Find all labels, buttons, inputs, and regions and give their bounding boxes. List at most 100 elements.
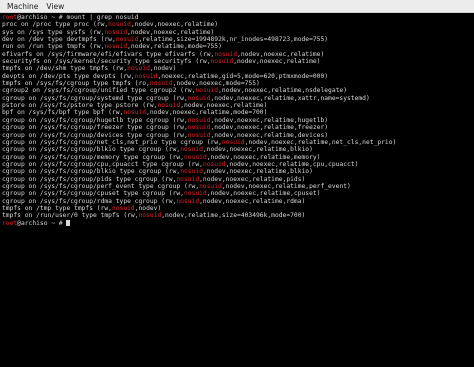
highlighted-text: nosuid — [180, 168, 203, 176]
vm-window: Machine View root@archiso ~ # mount | gr… — [0, 0, 474, 367]
terminal-text: cgroup on /sys/fs/cgroup/rdma type cgrou… — [2, 197, 177, 205]
terminal-output-line: bpf on /sys/fs/bpf type bpf (rw,nosuid,n… — [2, 109, 472, 116]
terminal-text: proc on /proc type proc (rw, — [2, 21, 109, 29]
terminal-text: cgroup on /sys/fs/cgroup/hugetlb type cg… — [2, 116, 188, 124]
terminal-text: cgroup on /sys/fs/cgroup/memory type cgr… — [2, 153, 184, 161]
terminal-text: ,noexec,relatime,gid=5,mode=620,ptmxmode… — [157, 72, 329, 80]
terminal-output-line: pstore on /sys/fs/pstore type pstore (rw… — [2, 102, 472, 109]
terminal-text: cgroup on /sys/fs/cgroup/cpuset type cgr… — [2, 190, 184, 198]
highlighted-text: nosuid — [104, 43, 128, 51]
terminal-output-line: cgroup on /sys/fs/cgroup/rdma type cgrou… — [2, 198, 472, 205]
terminal-text: run on /run type tmpfs (rw, — [2, 43, 105, 51]
terminal-text: cgroup on /sys/fs/cgroup/cpu,cpuacct typ… — [2, 160, 203, 168]
terminal-output-line: efivarfs on /sys/firmware/efi/efivars ty… — [2, 51, 472, 58]
terminal-text: ,nodev,noexec,relatime,cpu,cpuacct) — [225, 160, 359, 168]
terminal-output-line: cgroup on /sys/fs/cgroup/blkio type cgro… — [2, 146, 472, 153]
highlighted-text: nosuid — [138, 212, 162, 220]
menu-view[interactable]: View — [42, 2, 68, 11]
terminal-text: @archiso ~ # — [17, 219, 67, 227]
terminal-text: ,nodev,noexec,relatime) — [180, 102, 268, 110]
menu-machine[interactable]: Machine — [3, 2, 42, 11]
terminal-text: cgroup on /sys/fs/cgroup/systemd type cg… — [2, 94, 188, 102]
highlighted-text: nosuid — [176, 175, 200, 183]
highlighted-text: nosuid — [183, 153, 207, 161]
terminal-text: ,nodev,relatime,size=403496k,mode=700) — [161, 212, 306, 220]
terminal-output-line: tmpfs on /run/user/0 type tmpfs (rw,nosu… — [2, 212, 472, 219]
highlighted-text: nosuid — [127, 65, 150, 73]
terminal-text: ,nodev,noexec,relatime,memory) — [206, 153, 321, 161]
terminal-text: ,nodev,noexec,relatime,pids) — [199, 175, 306, 183]
terminal-console[interactable]: root@archiso ~ # mount | grep nosuid proc… — [0, 13, 474, 367]
terminal-text: ,nodev) — [149, 65, 177, 73]
shell-prompt-line: root@archiso ~ # — [2, 219, 472, 227]
terminal-output-line: cgroup on /sys/fs/cgroup/cpuset type cgr… — [2, 190, 472, 197]
highlighted-text: nosuid — [149, 80, 173, 88]
highlighted-text: nosuid — [176, 197, 200, 205]
terminal-output-line: cgroup on /sys/fs/cgroup/pids type cgrou… — [2, 176, 472, 183]
highlighted-text: nosuid — [187, 124, 211, 132]
terminal-text: ,nodev,noexec,relatime,cpuset) — [206, 190, 321, 198]
highlighted-text: nosuid — [199, 182, 222, 190]
terminal-text: cgroup on /sys/fs/cgroup/perf_event type… — [2, 182, 200, 190]
terminal-text: ,nodev,noexec,relatime,devices) — [210, 131, 329, 139]
terminal-output-line: devpts on /dev/pts type devpts (rw,nosui… — [2, 73, 472, 80]
terminal-text: ,nodev,noexec,relatime) — [233, 58, 321, 66]
terminal-text: devpts on /dev/pts type devpts (rw, — [2, 72, 135, 80]
terminal-output-line: tmpfs on /dev/shm type tmpfs (rw,nosuid,… — [2, 65, 472, 72]
terminal-text: pstore on /sys/fs/pstore type pstore (rw… — [2, 102, 158, 110]
terminal-text: ,nodev,noexec,mode=755) — [172, 80, 260, 88]
highlighted-text: nosuid — [115, 36, 139, 44]
menu-bar: Machine View — [0, 0, 474, 13]
highlighted-text: nosuid — [104, 28, 128, 36]
terminal-text: ,nodev,noexec,relatime,hugetlb) — [210, 116, 329, 124]
terminal-text: cgroup on /sys/fs/cgroup/devices type cg… — [2, 131, 188, 139]
terminal-output-line: tmpfs on /sys/fs/cgroup type tmpfs (ro,n… — [2, 80, 472, 87]
highlighted-text: root — [2, 14, 18, 21]
terminal-text: ,nodev) — [134, 204, 162, 212]
highlighted-text: nosuid — [108, 21, 131, 29]
terminal-text: ,nodev,noexec,relatime,perf_event) — [221, 182, 351, 190]
terminal-text: dev on /dev type devtmpfs (rw, — [2, 36, 116, 44]
terminal-text: tmpfs on /dev/shm type tmpfs (rw, — [2, 65, 128, 73]
highlighted-text: nosuid — [187, 116, 211, 124]
terminal-output-line: cgroup on /sys/fs/cgroup/blkio type cgro… — [2, 168, 472, 175]
terminal-text: ,nodev,noexec,relatime,net_cls,net_prio) — [244, 138, 397, 146]
highlighted-text: nosuid — [123, 109, 147, 117]
highlighted-text: nosuid — [221, 138, 245, 146]
highlighted-text: nosuid — [187, 94, 211, 102]
terminal-text: bpf on /sys/fs/bpf type bpf (rw, — [2, 109, 124, 117]
terminal-text: tmpfs on /tmp type tmpfs (rw, — [2, 204, 112, 212]
terminal-text: ,nodev,noexec,relatime,blkio) — [202, 168, 313, 176]
terminal-text: cgroup2 on /sys/fs/cgroup/unified type c… — [2, 87, 196, 95]
terminal-output-line: tmpfs on /tmp type tmpfs (rw,nosuid,node… — [2, 205, 472, 212]
terminal-text: ,nodev,noexec,relatime,mode=700) — [146, 109, 268, 117]
terminal-text: ,nodev,noexec,relatime,blkio) — [202, 146, 313, 154]
terminal-text: ,nodev,noexec,relatime,freezer) — [210, 124, 329, 132]
terminal-text: efivarfs on /sys/firmware/efi/efivars ty… — [2, 50, 215, 58]
terminal-text: tmpfs on /sys/fs/cgroup type tmpfs (ro, — [2, 80, 150, 88]
highlighted-text: nosuid — [214, 50, 238, 58]
terminal-output-line: sys on /sys type sysfs (rw,nosuid,nodev,… — [2, 29, 472, 36]
terminal-output-line: cgroup on /sys/fs/cgroup/net_cls,net_pri… — [2, 139, 472, 146]
terminal-output-line: cgroup on /sys/fs/cgroup/freezer type cg… — [2, 124, 472, 131]
terminal-text: cgroup on /sys/fs/cgroup/blkio type cgro… — [2, 146, 181, 154]
terminal-text: cgroup on /sys/fs/cgroup/pids type cgrou… — [2, 175, 177, 183]
highlighted-text: nosuid — [180, 146, 203, 154]
terminal-text: ,nodev,noexec,relatime) — [127, 28, 215, 36]
terminal-text: cgroup on /sys/fs/cgroup/freezer type cg… — [2, 124, 188, 132]
highlighted-text: nosuid — [111, 204, 135, 212]
terminal-output-line: run on /run type tmpfs (rw,nosuid,nodev,… — [2, 43, 472, 50]
terminal-text: ,nodev,noexec,relatime,xattr,name=system… — [210, 94, 370, 102]
highlighted-text: nosuid — [134, 72, 158, 80]
highlighted-text: nosuid — [202, 160, 226, 168]
terminal-output-line: cgroup on /sys/fs/cgroup/hugetlb type cg… — [2, 117, 472, 124]
terminal-text: cgroup on /sys/fs/cgroup/net_cls,net_pri… — [2, 138, 222, 146]
terminal-text: ,nodev,noexec,relatime) — [130, 21, 219, 29]
terminal-output-line: cgroup on /sys/fs/cgroup/devices type cg… — [2, 132, 472, 139]
text-cursor — [66, 219, 71, 226]
terminal-text: ,relatime,size=1994892k,nr_inodes=498723… — [138, 36, 329, 44]
highlighted-text: root — [2, 219, 18, 227]
terminal-text: cgroup on /sys/fs/cgroup/blkio type cgro… — [2, 168, 181, 176]
terminal-output-line: cgroup2 on /sys/fs/cgroup/unified type c… — [2, 87, 472, 94]
shell-prompt-line: root@archiso ~ # mount | grep nosuid — [2, 14, 472, 21]
